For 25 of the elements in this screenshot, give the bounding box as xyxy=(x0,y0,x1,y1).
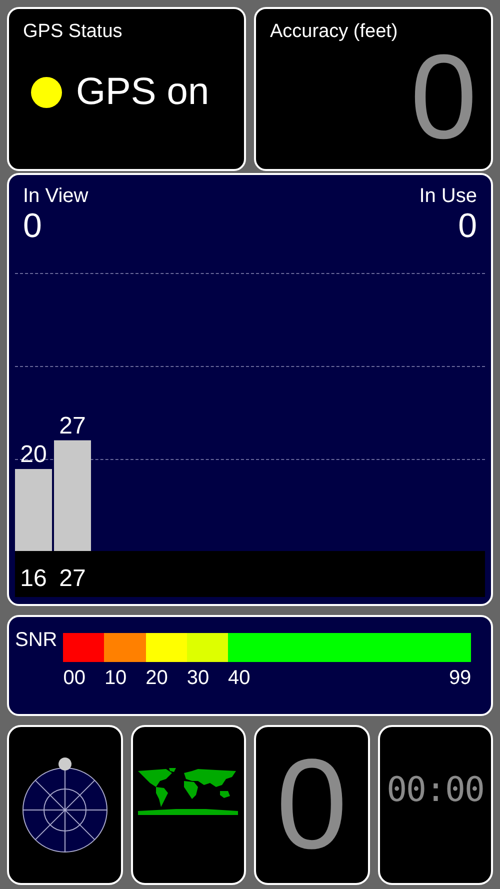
in-view-count: 0 xyxy=(23,208,43,246)
clock-tile[interactable]: 00:00 xyxy=(378,725,493,885)
accuracy-value: 0 xyxy=(410,37,477,157)
scale-label: 99 xyxy=(448,667,472,690)
scale-label: 00 xyxy=(63,667,86,690)
scale-label: 10 xyxy=(104,667,127,690)
snr-label: SNR xyxy=(15,629,58,651)
in-use-count: 0 xyxy=(458,208,477,246)
data-label: 27 xyxy=(59,412,86,440)
in-use-label: In Use xyxy=(419,185,477,208)
world-map-tile[interactable] xyxy=(130,725,246,885)
world-map-icon xyxy=(136,767,240,817)
status-text: GPS on xyxy=(76,71,210,114)
scale-label: 40 xyxy=(228,667,250,690)
sky-view-tile[interactable] xyxy=(7,725,122,885)
card-title: GPS Status xyxy=(23,21,124,43)
in-view-label: In View xyxy=(23,185,88,208)
axis-label: 16 xyxy=(20,565,47,592)
sky-view-icon xyxy=(20,757,110,853)
digit-tile[interactable]: 0 xyxy=(254,725,370,885)
axis-label: 27 xyxy=(59,565,86,592)
data-label: 20 xyxy=(20,441,47,468)
card-title: Accuracy (feet) xyxy=(270,21,399,43)
scale-label: 20 xyxy=(146,667,168,690)
scale-label: 30 xyxy=(186,667,210,690)
